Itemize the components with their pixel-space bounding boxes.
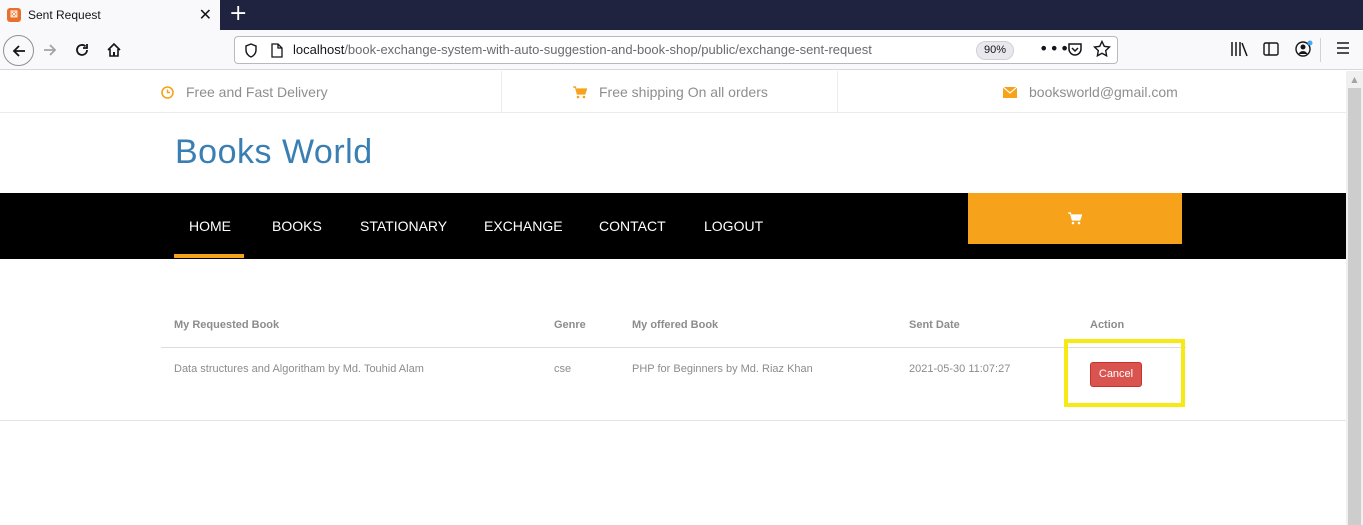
bookmark-star-icon <box>1093 40 1111 58</box>
shield-icon <box>245 43 257 58</box>
cell-genre: cse <box>554 363 572 375</box>
new-tab-button[interactable]: + <box>229 2 247 26</box>
close-tab-icon[interactable]: ✕ <box>199 5 212 25</box>
arrow-right-icon <box>44 44 57 56</box>
shipping-text: Free shipping On all orders <box>599 84 768 100</box>
nav-books[interactable]: BOOKS <box>272 193 322 259</box>
home-button[interactable] <box>100 36 128 64</box>
table-header-divider <box>161 347 1186 348</box>
tab-title: Sent Request <box>28 8 101 22</box>
url-path: /book-exchange-system-with-auto-suggesti… <box>344 42 872 57</box>
scroll-thumb[interactable] <box>1348 88 1361 525</box>
browser-toolbar: localhost/book-exchange-system-with-auto… <box>0 30 1363 70</box>
header-sent-date: Sent Date <box>909 319 960 331</box>
address-bar[interactable]: localhost/book-exchange-system-with-auto… <box>234 36 1118 64</box>
home-icon <box>107 42 121 57</box>
xampp-favicon-icon: ⊠ <box>7 8 21 22</box>
cell-offered-book: PHP for Beginners by Md. Riaz Khan <box>632 363 813 375</box>
sidebar-icon[interactable] <box>1263 41 1279 57</box>
cart-icon <box>573 85 587 99</box>
delivery-info: Free and Fast Delivery <box>161 71 328 113</box>
page-scrollbar[interactable]: ▲ <box>1346 71 1363 525</box>
topbar-divider <box>837 71 838 113</box>
url-text[interactable]: localhost/book-exchange-system-with-auto… <box>293 42 872 57</box>
highlight-annotation-box <box>1064 339 1185 407</box>
site-logo-text[interactable]: Books World <box>175 133 373 172</box>
active-nav-indicator <box>174 254 244 258</box>
url-host: localhost <box>293 42 345 57</box>
nav-logout[interactable]: LOGOUT <box>704 193 763 259</box>
cart-button[interactable] <box>968 193 1182 244</box>
envelope-icon <box>1003 86 1017 98</box>
back-button[interactable] <box>3 35 34 66</box>
header-genre: Genre <box>554 319 586 331</box>
zoom-level-badge[interactable]: 90% <box>976 41 1014 60</box>
clock-icon <box>161 85 174 99</box>
browser-tab[interactable]: ⊠ Sent Request ✕ <box>0 0 220 30</box>
table-bottom-divider <box>0 420 1346 421</box>
shipping-info: Free shipping On all orders <box>573 71 768 113</box>
library-icon[interactable] <box>1230 41 1248 57</box>
arrow-left-icon <box>12 44 25 57</box>
page-icon <box>271 43 283 58</box>
reload-icon <box>76 44 88 56</box>
reload-button[interactable] <box>68 36 96 64</box>
page-actions-more-icon[interactable]: ••• <box>1039 39 1070 58</box>
account-icon[interactable] <box>1295 40 1313 58</box>
browser-tab-strip: ⊠ Sent Request ✕ + <box>0 0 1363 30</box>
nav-contact[interactable]: CONTACT <box>599 193 666 259</box>
cell-requested-book: Data structures and Algoritham by Md. To… <box>174 363 424 375</box>
hamburger-menu-icon[interactable] <box>1336 41 1350 55</box>
shopping-cart-icon <box>1068 212 1082 225</box>
email-text[interactable]: booksworld@gmail.com <box>1029 84 1178 100</box>
delivery-text: Free and Fast Delivery <box>186 84 328 100</box>
scroll-up-arrow-icon[interactable]: ▲ <box>1346 71 1363 88</box>
pocket-icon <box>1068 43 1082 56</box>
email-info: booksworld@gmail.com <box>1003 71 1178 113</box>
header-offered-book: My offered Book <box>632 319 719 331</box>
nav-home[interactable]: HOME <box>189 193 231 259</box>
forward-button[interactable] <box>36 36 64 64</box>
cell-sent-date: 2021-05-30 11:07:27 <box>909 363 1011 375</box>
topbar-divider <box>501 71 502 113</box>
info-topbar: Free and Fast Delivery Free shipping On … <box>0 71 1346 113</box>
toolbar-divider <box>1320 38 1321 62</box>
header-action: Action <box>1090 319 1125 331</box>
header-requested-book: My Requested Book <box>174 319 280 331</box>
nav-exchange[interactable]: EXCHANGE <box>484 193 563 259</box>
nav-stationary[interactable]: STATIONARY <box>360 193 447 259</box>
